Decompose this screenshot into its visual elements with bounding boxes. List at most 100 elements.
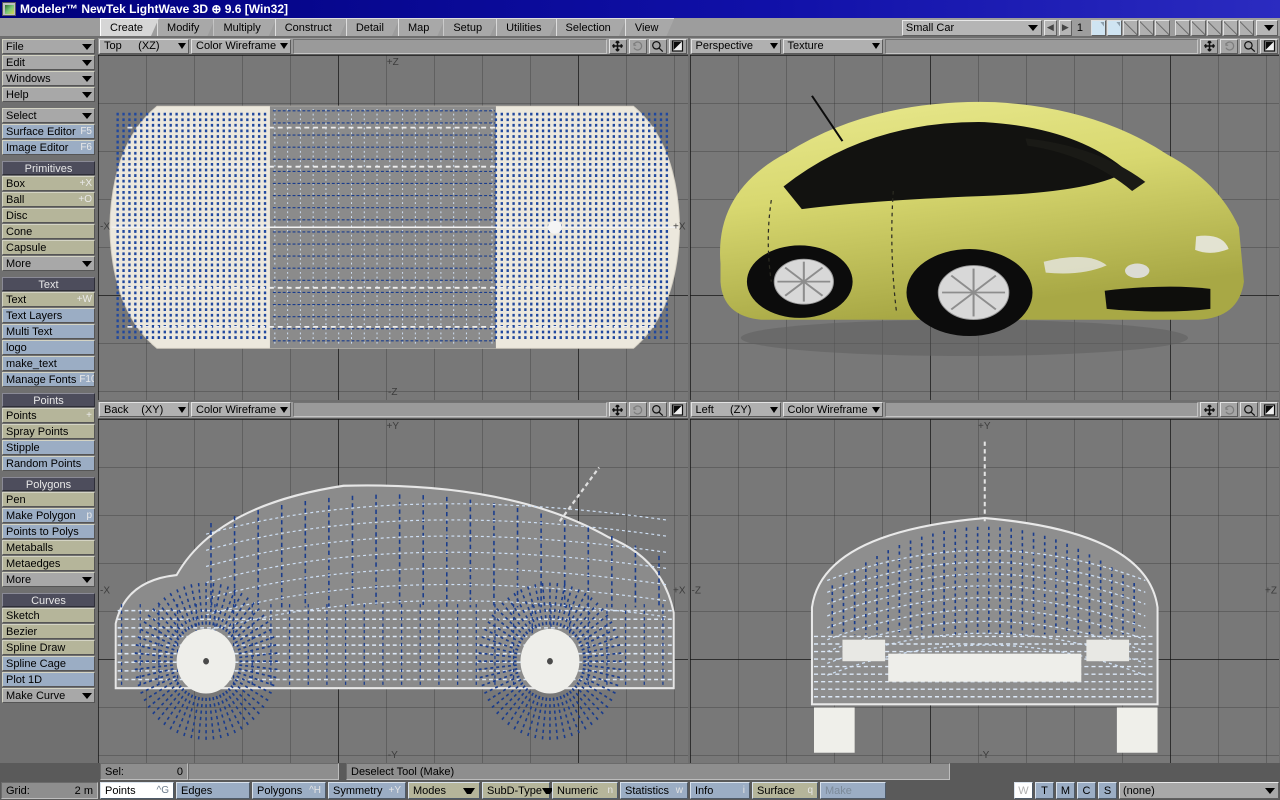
viewport-canvas[interactable]: +Z-Z-X+X — [98, 55, 688, 400]
tool-button-make-curve[interactable]: Make Curve — [2, 688, 95, 703]
display-toggle-t[interactable]: T — [1035, 782, 1054, 799]
zoom-icon[interactable] — [649, 39, 667, 54]
tool-button-sketch[interactable]: Sketch — [2, 608, 95, 623]
tool-button-logo[interactable]: logo — [2, 340, 95, 355]
option-button-modes[interactable]: Modes — [408, 782, 480, 799]
menu-tab-view[interactable]: View — [625, 18, 675, 36]
tool-button-spline-draw[interactable]: Spline Draw — [2, 640, 95, 655]
layer-button-5[interactable] — [1155, 20, 1170, 36]
layer-button-8[interactable] — [1207, 20, 1222, 36]
tool-button-manage-fonts[interactable]: Manage FontsF10 — [2, 372, 95, 387]
menu-tab-create[interactable]: Create — [100, 18, 159, 36]
object-name-dropdown[interactable]: Small Car — [902, 20, 1042, 36]
display-toggle-c[interactable]: C — [1077, 782, 1096, 799]
menu-tab-map[interactable]: Map — [398, 18, 445, 36]
viewport-view-dropdown[interactable]: Back(XY) — [99, 402, 189, 417]
tool-button-multi-text[interactable]: Multi Text — [2, 324, 95, 339]
prev-layer-button[interactable]: ◀ — [1044, 20, 1057, 36]
tool-button-points[interactable]: Points+ — [2, 408, 95, 423]
viewport-view-dropdown[interactable]: Left(ZY) — [691, 402, 781, 417]
tool-button-spray-points[interactable]: Spray Points — [2, 424, 95, 439]
layer-button-4[interactable] — [1139, 20, 1154, 36]
sidebar-menu-help[interactable]: Help — [2, 87, 95, 102]
tool-button-spline-cage[interactable]: Spline Cage — [2, 656, 95, 671]
viewport-view-dropdown[interactable]: Top(XZ) — [99, 39, 189, 54]
viewport-render-mode-dropdown[interactable]: Color Wireframe — [191, 402, 291, 417]
menu-tab-construct[interactable]: Construct — [275, 18, 348, 36]
mode-button-edges[interactable]: Edges — [176, 782, 250, 799]
rotate-icon[interactable] — [1220, 402, 1238, 417]
tool-button-ball[interactable]: Ball+O — [2, 192, 95, 207]
display-toggle-w[interactable]: W — [1014, 782, 1033, 799]
display-toggle-m[interactable]: M — [1056, 782, 1075, 799]
menu-tab-multiply[interactable]: Multiply — [213, 18, 276, 36]
tool-button-make-polygon[interactable]: Make Polygonp — [2, 508, 95, 523]
mode-button-points[interactable]: Points^G — [100, 782, 174, 799]
maximize-icon[interactable] — [669, 402, 687, 417]
tool-button-text-layers[interactable]: Text Layers — [2, 308, 95, 323]
tool-button-points-to-polys[interactable]: Points to Polys — [2, 524, 95, 539]
surface-name-dropdown[interactable]: (none) — [1119, 782, 1279, 799]
viewport-render-mode-dropdown[interactable]: Color Wireframe — [783, 402, 883, 417]
tool-button-pen[interactable]: Pen — [2, 492, 95, 507]
zoom-icon[interactable] — [1240, 402, 1258, 417]
viewport-view-dropdown[interactable]: Perspective — [691, 39, 781, 54]
sidebar-item-image-editor[interactable]: Image EditorF6 — [2, 140, 95, 155]
sidebar-menu-file[interactable]: File — [2, 39, 95, 54]
maximize-icon[interactable] — [669, 39, 687, 54]
rotate-icon[interactable] — [1220, 39, 1238, 54]
menu-tab-selection[interactable]: Selection — [556, 18, 627, 36]
layer-button-6[interactable] — [1175, 20, 1190, 36]
tool-button-metaballs[interactable]: Metaballs — [2, 540, 95, 555]
mode-button-polygons[interactable]: Polygons^H — [252, 782, 326, 799]
tool-button-box[interactable]: Box+X — [2, 176, 95, 191]
tool-button-cone[interactable]: Cone — [2, 224, 95, 239]
layer-button-2[interactable] — [1107, 20, 1122, 36]
menu-tab-modify[interactable]: Modify — [157, 18, 215, 36]
menu-tab-utilities[interactable]: Utilities — [496, 18, 557, 36]
option-button-info[interactable]: Infoi — [690, 782, 750, 799]
menu-tab-detail[interactable]: Detail — [346, 18, 400, 36]
tool-button-disc[interactable]: Disc — [2, 208, 95, 223]
rotate-icon[interactable] — [629, 402, 647, 417]
zoom-icon[interactable] — [649, 402, 667, 417]
tool-button-capsule[interactable]: Capsule — [2, 240, 95, 255]
tool-button-more[interactable]: More — [2, 572, 95, 587]
sidebar-item-surface-editor[interactable]: Surface EditorF5 — [2, 124, 95, 139]
display-toggle-s[interactable]: S — [1098, 782, 1117, 799]
option-button-make[interactable]: Make — [820, 782, 886, 799]
viewport-canvas[interactable] — [690, 55, 1280, 400]
layer-button-10[interactable] — [1239, 20, 1254, 36]
option-button-subd-type[interactable]: SubD-Type — [482, 782, 550, 799]
tool-button-text[interactable]: Text+W — [2, 292, 95, 307]
move-icon[interactable] — [609, 402, 627, 417]
sidebar-item-select[interactable]: Select — [2, 108, 95, 123]
viewport-canvas[interactable]: +Y-Y-Z+Z — [690, 419, 1280, 764]
layer-options-dropdown[interactable] — [1256, 20, 1278, 36]
rotate-icon[interactable] — [629, 39, 647, 54]
menu-tab-setup[interactable]: Setup — [443, 18, 498, 36]
viewport-render-mode-dropdown[interactable]: Texture — [783, 39, 883, 54]
layer-button-7[interactable] — [1191, 20, 1206, 36]
sidebar-menu-windows[interactable]: Windows — [2, 71, 95, 86]
layer-button-9[interactable] — [1223, 20, 1238, 36]
viewport-render-mode-dropdown[interactable]: Color Wireframe — [191, 39, 291, 54]
sidebar-menu-edit[interactable]: Edit — [2, 55, 95, 70]
layer-button-3[interactable] — [1123, 20, 1138, 36]
tool-button-metaedges[interactable]: Metaedges — [2, 556, 95, 571]
tool-button-make-text[interactable]: make_text — [2, 356, 95, 371]
move-icon[interactable] — [1200, 39, 1218, 54]
tool-button-stipple[interactable]: Stipple — [2, 440, 95, 455]
move-icon[interactable] — [1200, 402, 1218, 417]
tool-button-plot-1d[interactable]: Plot 1D — [2, 672, 95, 687]
move-icon[interactable] — [609, 39, 627, 54]
option-button-surface[interactable]: Surfaceq — [752, 782, 818, 799]
maximize-icon[interactable] — [1260, 39, 1278, 54]
next-layer-button[interactable]: ▶ — [1059, 20, 1072, 36]
tool-button-more[interactable]: More — [2, 256, 95, 271]
option-button-statistics[interactable]: Statisticsw — [620, 782, 688, 799]
layer-button-1[interactable] — [1091, 20, 1106, 36]
tool-button-random-points[interactable]: Random Points — [2, 456, 95, 471]
viewport-canvas[interactable]: +Y-Y-X+X — [98, 419, 688, 764]
maximize-icon[interactable] — [1260, 402, 1278, 417]
